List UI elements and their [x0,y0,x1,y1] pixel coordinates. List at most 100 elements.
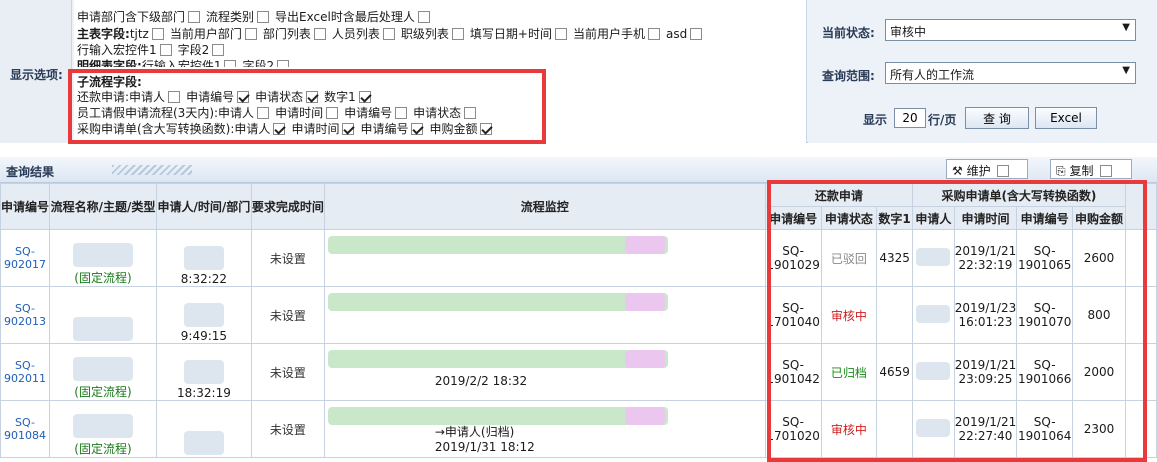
copy-checkbox[interactable] [1100,165,1113,177]
chevron-down-icon: ▼ [1122,65,1130,76]
range-label: 查询范围: [822,69,875,83]
cell-deadline: 未设置 [250,343,325,401]
option-checkbox[interactable] [690,28,703,40]
detail-field-option[interactable]: 字段2 [242,58,290,67]
main-field-option[interactable]: 部门列表 [263,26,326,42]
main-field-option[interactable]: 行输入宏控件1 [77,42,172,58]
blurred-applicant [183,246,224,270]
option-checkbox[interactable] [212,44,225,56]
option-label: 申请部门含下级部门 [77,10,186,24]
cell-deadline: 未设置 [250,400,325,458]
option-checkbox[interactable] [417,11,430,23]
query-button[interactable]: 查 询 [965,107,1029,129]
col-header-id: 申请编号 [0,183,51,230]
option-checkbox[interactable] [159,44,172,56]
cell-monitor-text [335,249,764,267]
cell-name[interactable] [49,286,157,344]
option-label: asd [666,27,688,41]
cell-applicant: 9:49:15 [155,286,252,344]
cell-monitor-text: →申请人(归档) 2019/1/31 18:12 [434,424,535,454]
main-fields-title: 主表字段: [77,27,130,41]
option-label: 字段2 [242,59,275,67]
option-checkbox[interactable] [257,11,270,23]
option-checkbox[interactable] [648,28,660,40]
option-label: 导出Excel时含最后处理人 [275,10,415,24]
option-checkbox[interactable] [451,28,464,40]
cell-name[interactable]: (固定流程) [49,400,157,458]
maintain-checkbox[interactable] [997,165,1010,177]
option-checkbox[interactable] [151,28,164,40]
blurred-name [72,243,133,267]
detail-field-option[interactable]: 行输入宏控件1 [142,58,237,67]
stripe-decoration [112,165,192,175]
cell-deadline: 未设置 [250,229,325,287]
option-checkbox[interactable] [554,28,567,40]
cell-time: 8:32:22 [180,272,228,286]
main-field-option[interactable]: 人员列表 [332,26,395,42]
cell-monitor[interactable]: 2019/2/2 18:32 [323,343,766,401]
cell-name[interactable]: (固定流程) [49,229,157,287]
cell-id[interactable]: SQ- 902013 [0,286,51,344]
options-line-2: 主表字段:tjtz 当前用户部门 部门列表 人员列表 职级列表 填写日期+时间 当前用户手机… [77,26,708,42]
blurred-applicant [183,303,224,327]
main-field-option[interactable]: 填写日期+时间 [470,26,567,42]
cell-monitor[interactable]: →申请人(归档) 2019/1/31 18:12 [323,400,766,458]
blurred-name [72,414,133,438]
cell-monitor[interactable] [323,286,766,344]
option-checkbox[interactable] [188,11,201,23]
blurred-name [72,357,133,381]
excel-button[interactable]: Excel [1035,107,1097,129]
copy-icon: ⎘ [1056,164,1066,178]
highlight-box-options [68,69,546,144]
range-select[interactable]: 所有人的工作流 ▼ [885,62,1136,84]
range-select-value: 所有人的工作流 [890,68,975,82]
cell-applicant [155,400,252,458]
status-select-value: 审核中 [890,25,927,39]
panel-divider [0,143,1157,157]
cell-id[interactable]: SQ- 902011 [0,343,51,401]
cell-name-tag: (固定流程) [74,271,132,285]
main-field-option[interactable]: 当前用户部门 [170,26,257,42]
col-header-name: 流程名称/主题/类型 [49,183,157,230]
main-field-option[interactable]: 当前用户手机 [573,26,660,42]
cell-name-tag: (固定流程) [74,385,132,399]
option-checkbox[interactable] [224,60,237,67]
cell-id[interactable]: SQ- 902017 [0,229,51,287]
blurred-name [72,317,133,341]
option-label: tjtz [129,27,149,41]
detail-fields-title: 明细表字段: [77,59,142,67]
general-option[interactable]: 申请部门含下级部门 [77,9,201,25]
cell-name[interactable]: (固定流程) [49,343,157,401]
option-label: 行输入宏控件1 [77,43,157,57]
status-select[interactable]: 审核中 ▼ [885,19,1136,41]
option-checkbox[interactable] [244,28,257,40]
copy-label: 复制 [1069,164,1094,178]
results-title: 查询结果 [6,165,55,179]
page-size-input[interactable] [894,108,926,128]
cell-deadline: 未设置 [250,286,325,344]
option-checkbox[interactable] [382,28,395,40]
general-option[interactable]: 流程类别 [206,9,270,25]
main-field-option[interactable]: asd [666,26,703,42]
cell-name-tag: (固定流程) [74,442,132,456]
per-page-label: 行/页 [928,113,957,127]
cell-monitor[interactable] [323,229,766,287]
options-line-3: 行输入宏控件1 字段2 [77,42,230,58]
main-field-option[interactable]: 职级列表 [401,26,464,42]
option-label: 填写日期+时间 [469,27,552,41]
maintain-button[interactable]: ⚒ 维护 [946,159,1028,179]
highlight-box-columns [767,180,1147,462]
main-field-option[interactable]: 字段2 [178,42,225,58]
option-label: 职级列表 [400,27,449,41]
option-checkbox[interactable] [277,60,290,67]
option-checkbox[interactable] [313,28,326,40]
query-panel: 当前状态: 审核中 ▼ 查询范围: 所有人的工作流 ▼ 显示 行/页 查 询 E… [808,0,1157,143]
cell-id[interactable]: SQ- 901084 [0,400,51,458]
general-option[interactable]: 导出Excel时含最后处理人 [275,9,430,25]
option-label: 字段2 [177,43,210,57]
copy-button[interactable]: ⎘ 复制 [1050,159,1132,179]
display-options-label: 显示选项: [10,68,63,82]
main-field-option[interactable]: tjtz [130,26,164,42]
option-label: 行输入宏控件1 [141,59,222,67]
status-label: 当前状态: [822,26,875,40]
